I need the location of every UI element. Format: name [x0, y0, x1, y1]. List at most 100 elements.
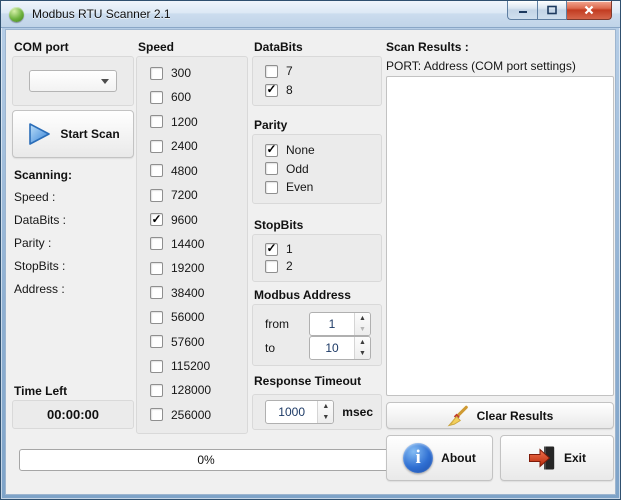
checkbox-icon[interactable]: ✓	[150, 115, 163, 128]
spin-up-icon[interactable]: ▲	[355, 313, 370, 324]
parity-option-label: Odd	[286, 162, 309, 176]
stopbits-option-label: 2	[286, 259, 293, 273]
speed-option[interactable]: ✓ 128000	[150, 383, 241, 397]
checkbox-icon[interactable]: ✓	[150, 262, 163, 275]
speed-option-label: 128000	[171, 383, 211, 397]
from-label: from	[265, 317, 289, 331]
spin-up-icon[interactable]: ▲	[318, 401, 333, 412]
checkbox-icon[interactable]: ✓	[150, 360, 163, 373]
speed-option[interactable]: ✓ 115200	[150, 359, 241, 373]
speed-option[interactable]: ✓ 1200	[150, 115, 241, 129]
checkbox-icon[interactable]: ✓	[150, 335, 163, 348]
parity-option-label: None	[286, 143, 315, 157]
speed-option[interactable]: ✓ 4800	[150, 164, 241, 178]
speed-option[interactable]: ✓ 300	[150, 66, 241, 80]
checkbox-icon[interactable]: ✓	[150, 384, 163, 397]
speed-option[interactable]: ✓ 600	[150, 90, 241, 104]
speed-option[interactable]: ✓ 56000	[150, 310, 241, 324]
parity-option[interactable]: ✓ Even	[265, 180, 375, 194]
databits-option-label: 8	[286, 83, 293, 97]
exit-button[interactable]: Exit	[500, 435, 614, 481]
minimize-button[interactable]	[507, 1, 537, 20]
checkbox-icon[interactable]: ✓	[150, 286, 163, 299]
timeout-unit-label: msec	[342, 405, 373, 419]
checkbox-icon[interactable]: ✓	[150, 91, 163, 104]
parity-option[interactable]: ✓ None	[265, 143, 375, 157]
app-icon	[9, 7, 24, 22]
time-left-value: 00:00:00	[12, 400, 134, 429]
speed-option-label: 7200	[171, 188, 198, 202]
speed-option[interactable]: ✓ 7200	[150, 188, 241, 202]
scanning-status-item: StopBits :	[14, 259, 66, 273]
chevron-down-icon	[101, 79, 109, 84]
response-timeout-group: 1000 ▲ ▼ msec	[252, 394, 382, 430]
play-icon	[26, 121, 52, 147]
start-scan-button[interactable]: Start Scan	[12, 110, 134, 158]
databits-label: DataBits	[254, 40, 303, 54]
close-button[interactable]	[567, 1, 612, 20]
maximize-button[interactable]	[537, 1, 567, 20]
speed-option[interactable]: ✓ 38400	[150, 286, 241, 300]
app-window: Modbus RTU Scanner 2.1 COM port	[0, 0, 621, 500]
databits-option[interactable]: ✓ 7	[265, 64, 375, 78]
speed-option-label: 2400	[171, 139, 198, 153]
minimize-icon	[517, 4, 529, 16]
checkbox-icon[interactable]: ✓	[150, 311, 163, 324]
spin-down-icon[interactable]: ▼	[318, 412, 333, 423]
databits-option[interactable]: ✓ 8	[265, 83, 375, 97]
checkbox-icon[interactable]: ✓	[265, 65, 278, 78]
stopbits-group: ✓ 1 ✓ 2	[252, 234, 382, 282]
checkbox-icon[interactable]: ✓	[265, 181, 278, 194]
address-from-spinner[interactable]: 1 ▲ ▼	[309, 312, 371, 336]
checkbox-icon[interactable]: ✓	[265, 84, 278, 97]
speed-option-label: 600	[171, 90, 191, 104]
spin-up-icon[interactable]: ▲	[355, 337, 370, 348]
stopbits-option[interactable]: ✓ 1	[265, 242, 375, 256]
stopbits-option-label: 1	[286, 242, 293, 256]
speed-option[interactable]: ✓ 9600	[150, 213, 241, 227]
about-button[interactable]: i About	[386, 435, 493, 481]
modbus-address-label: Modbus Address	[254, 288, 351, 302]
stopbits-option[interactable]: ✓ 2	[265, 259, 375, 273]
spin-down-icon[interactable]: ▼	[355, 348, 370, 359]
speed-option[interactable]: ✓ 14400	[150, 237, 241, 251]
speed-option-label: 57600	[171, 335, 204, 349]
com-port-select[interactable]	[29, 70, 117, 92]
speed-option-label: 9600	[171, 213, 198, 227]
checkbox-icon[interactable]: ✓	[150, 213, 163, 226]
title-bar[interactable]: Modbus RTU Scanner 2.1	[1, 1, 620, 28]
checkbox-icon[interactable]: ✓	[150, 140, 163, 153]
exit-door-icon	[528, 445, 556, 471]
broom-icon	[447, 405, 469, 427]
speed-option[interactable]: ✓ 256000	[150, 408, 241, 422]
speed-option[interactable]: ✓ 57600	[150, 335, 241, 349]
start-scan-label: Start Scan	[60, 127, 119, 141]
parity-option[interactable]: ✓ Odd	[265, 162, 375, 176]
speed-option-label: 300	[171, 66, 191, 80]
scan-results-listbox[interactable]	[386, 76, 614, 396]
checkbox-icon[interactable]: ✓	[265, 144, 278, 157]
clear-results-button[interactable]: Clear Results	[386, 402, 614, 429]
address-to-spinner[interactable]: 10 ▲ ▼	[309, 336, 371, 360]
speed-option[interactable]: ✓ 2400	[150, 139, 241, 153]
checkbox-icon[interactable]: ✓	[150, 237, 163, 250]
timeout-spinner[interactable]: 1000 ▲ ▼	[265, 400, 334, 424]
info-icon: i	[403, 443, 433, 473]
spin-down-icon[interactable]: ▼	[355, 324, 370, 335]
speed-option-label: 56000	[171, 310, 204, 324]
speed-option[interactable]: ✓ 19200	[150, 261, 241, 275]
speed-option-label: 256000	[171, 408, 211, 422]
checkbox-icon[interactable]: ✓	[150, 67, 163, 80]
maximize-icon	[546, 4, 558, 16]
scanning-status-item: Speed :	[14, 190, 66, 204]
checkbox-icon[interactable]: ✓	[265, 162, 278, 175]
checkbox-icon[interactable]: ✓	[150, 189, 163, 202]
speed-group: ✓ 300 ✓ 600 ✓ 1200 ✓ 2400	[136, 56, 248, 434]
checkbox-icon[interactable]: ✓	[265, 260, 278, 273]
databits-option-label: 7	[286, 64, 293, 78]
checkbox-icon[interactable]: ✓	[265, 243, 278, 256]
checkbox-icon[interactable]: ✓	[150, 408, 163, 421]
to-label: to	[265, 341, 275, 355]
scanning-status-item: DataBits :	[14, 213, 66, 227]
checkbox-icon[interactable]: ✓	[150, 164, 163, 177]
